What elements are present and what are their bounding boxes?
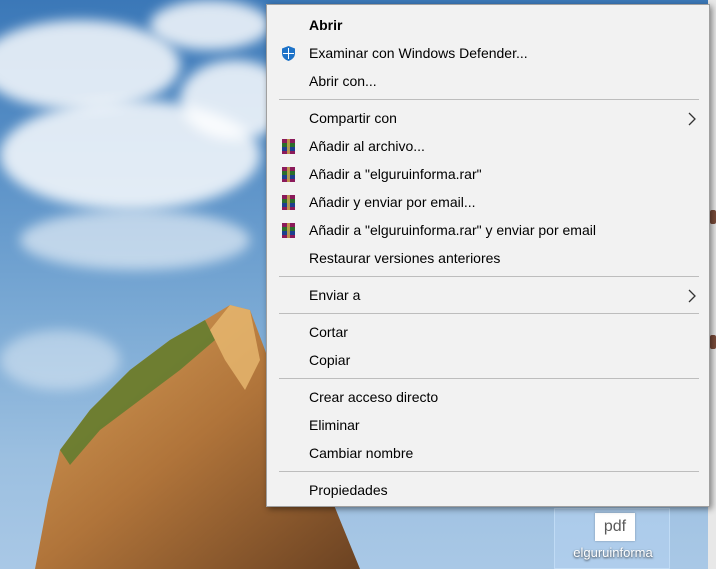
menu-item-label: Abrir con... bbox=[309, 73, 377, 89]
cloud bbox=[150, 0, 270, 50]
menu-item-anadir-al-archivo[interactable]: Añadir al archivo... bbox=[267, 133, 709, 159]
menu-item-label: Añadir y enviar por email... bbox=[309, 194, 476, 210]
chevron-right-icon bbox=[688, 112, 696, 126]
menu-item-label: Añadir al archivo... bbox=[309, 138, 425, 154]
menu-item-propiedades[interactable]: Propiedades bbox=[267, 477, 709, 503]
menu-item-label: Cambiar nombre bbox=[309, 445, 414, 461]
menu-item-label: Restaurar versiones anteriores bbox=[309, 250, 501, 266]
menu-item-abrir[interactable]: Abrir bbox=[267, 12, 709, 38]
menu-separator bbox=[279, 378, 699, 379]
menu-item-enviar-a[interactable]: Enviar a bbox=[267, 282, 709, 308]
menu-item-label: Compartir con bbox=[309, 110, 397, 126]
menu-item-label: Añadir a "elguruinforma.rar" bbox=[309, 166, 482, 182]
winrar-icon bbox=[282, 223, 295, 238]
menu-item-restaurar-versiones[interactable]: Restaurar versiones anteriores bbox=[267, 245, 709, 271]
menu-separator bbox=[279, 276, 699, 277]
thumbnail-mark bbox=[710, 335, 716, 349]
menu-item-eliminar[interactable]: Eliminar bbox=[267, 412, 709, 438]
menu-item-label: Abrir bbox=[309, 17, 343, 33]
pdf-file-icon: pdf bbox=[595, 513, 635, 541]
winrar-icon bbox=[282, 167, 295, 182]
menu-item-cortar[interactable]: Cortar bbox=[267, 319, 709, 345]
menu-item-copiar[interactable]: Copiar bbox=[267, 347, 709, 373]
windows-defender-icon bbox=[282, 46, 295, 61]
menu-item-anadir-enviar-email[interactable]: Añadir y enviar por email... bbox=[267, 189, 709, 215]
menu-item-label: Cortar bbox=[309, 324, 348, 340]
menu-item-label: Examinar con Windows Defender... bbox=[309, 45, 528, 61]
menu-item-examinar-defender[interactable]: Examinar con Windows Defender... bbox=[267, 40, 709, 66]
menu-item-label: Crear acceso directo bbox=[309, 389, 439, 405]
menu-item-label: Propiedades bbox=[309, 482, 388, 498]
menu-separator bbox=[279, 99, 699, 100]
menu-separator bbox=[279, 471, 699, 472]
menu-item-label: Enviar a bbox=[309, 287, 361, 303]
chevron-right-icon bbox=[688, 289, 696, 303]
menu-separator bbox=[279, 313, 699, 314]
desktop-file-icon[interactable]: pdf elguruinforma bbox=[554, 508, 670, 569]
menu-item-label: Añadir a "elguruinforma.rar" y enviar po… bbox=[309, 222, 596, 238]
menu-item-anadir-rar-enviar-email[interactable]: Añadir a "elguruinforma.rar" y enviar po… bbox=[267, 217, 709, 243]
menu-item-cambiar-nombre[interactable]: Cambiar nombre bbox=[267, 440, 709, 466]
menu-item-abrir-con[interactable]: Abrir con... bbox=[267, 68, 709, 94]
thumbnail-mark bbox=[710, 210, 716, 224]
winrar-icon bbox=[282, 195, 295, 210]
cloud bbox=[20, 210, 250, 270]
menu-item-compartir-con[interactable]: Compartir con bbox=[267, 105, 709, 131]
winrar-icon bbox=[282, 139, 295, 154]
menu-item-label: Eliminar bbox=[309, 417, 360, 433]
context-menu: Abrir Examinar con Windows Defender... A… bbox=[266, 4, 710, 507]
menu-item-crear-acceso-directo[interactable]: Crear acceso directo bbox=[267, 384, 709, 410]
menu-item-label: Copiar bbox=[309, 352, 351, 368]
menu-item-anadir-rar[interactable]: Añadir a "elguruinforma.rar" bbox=[267, 161, 709, 187]
desktop-file-label: elguruinforma bbox=[573, 545, 653, 560]
